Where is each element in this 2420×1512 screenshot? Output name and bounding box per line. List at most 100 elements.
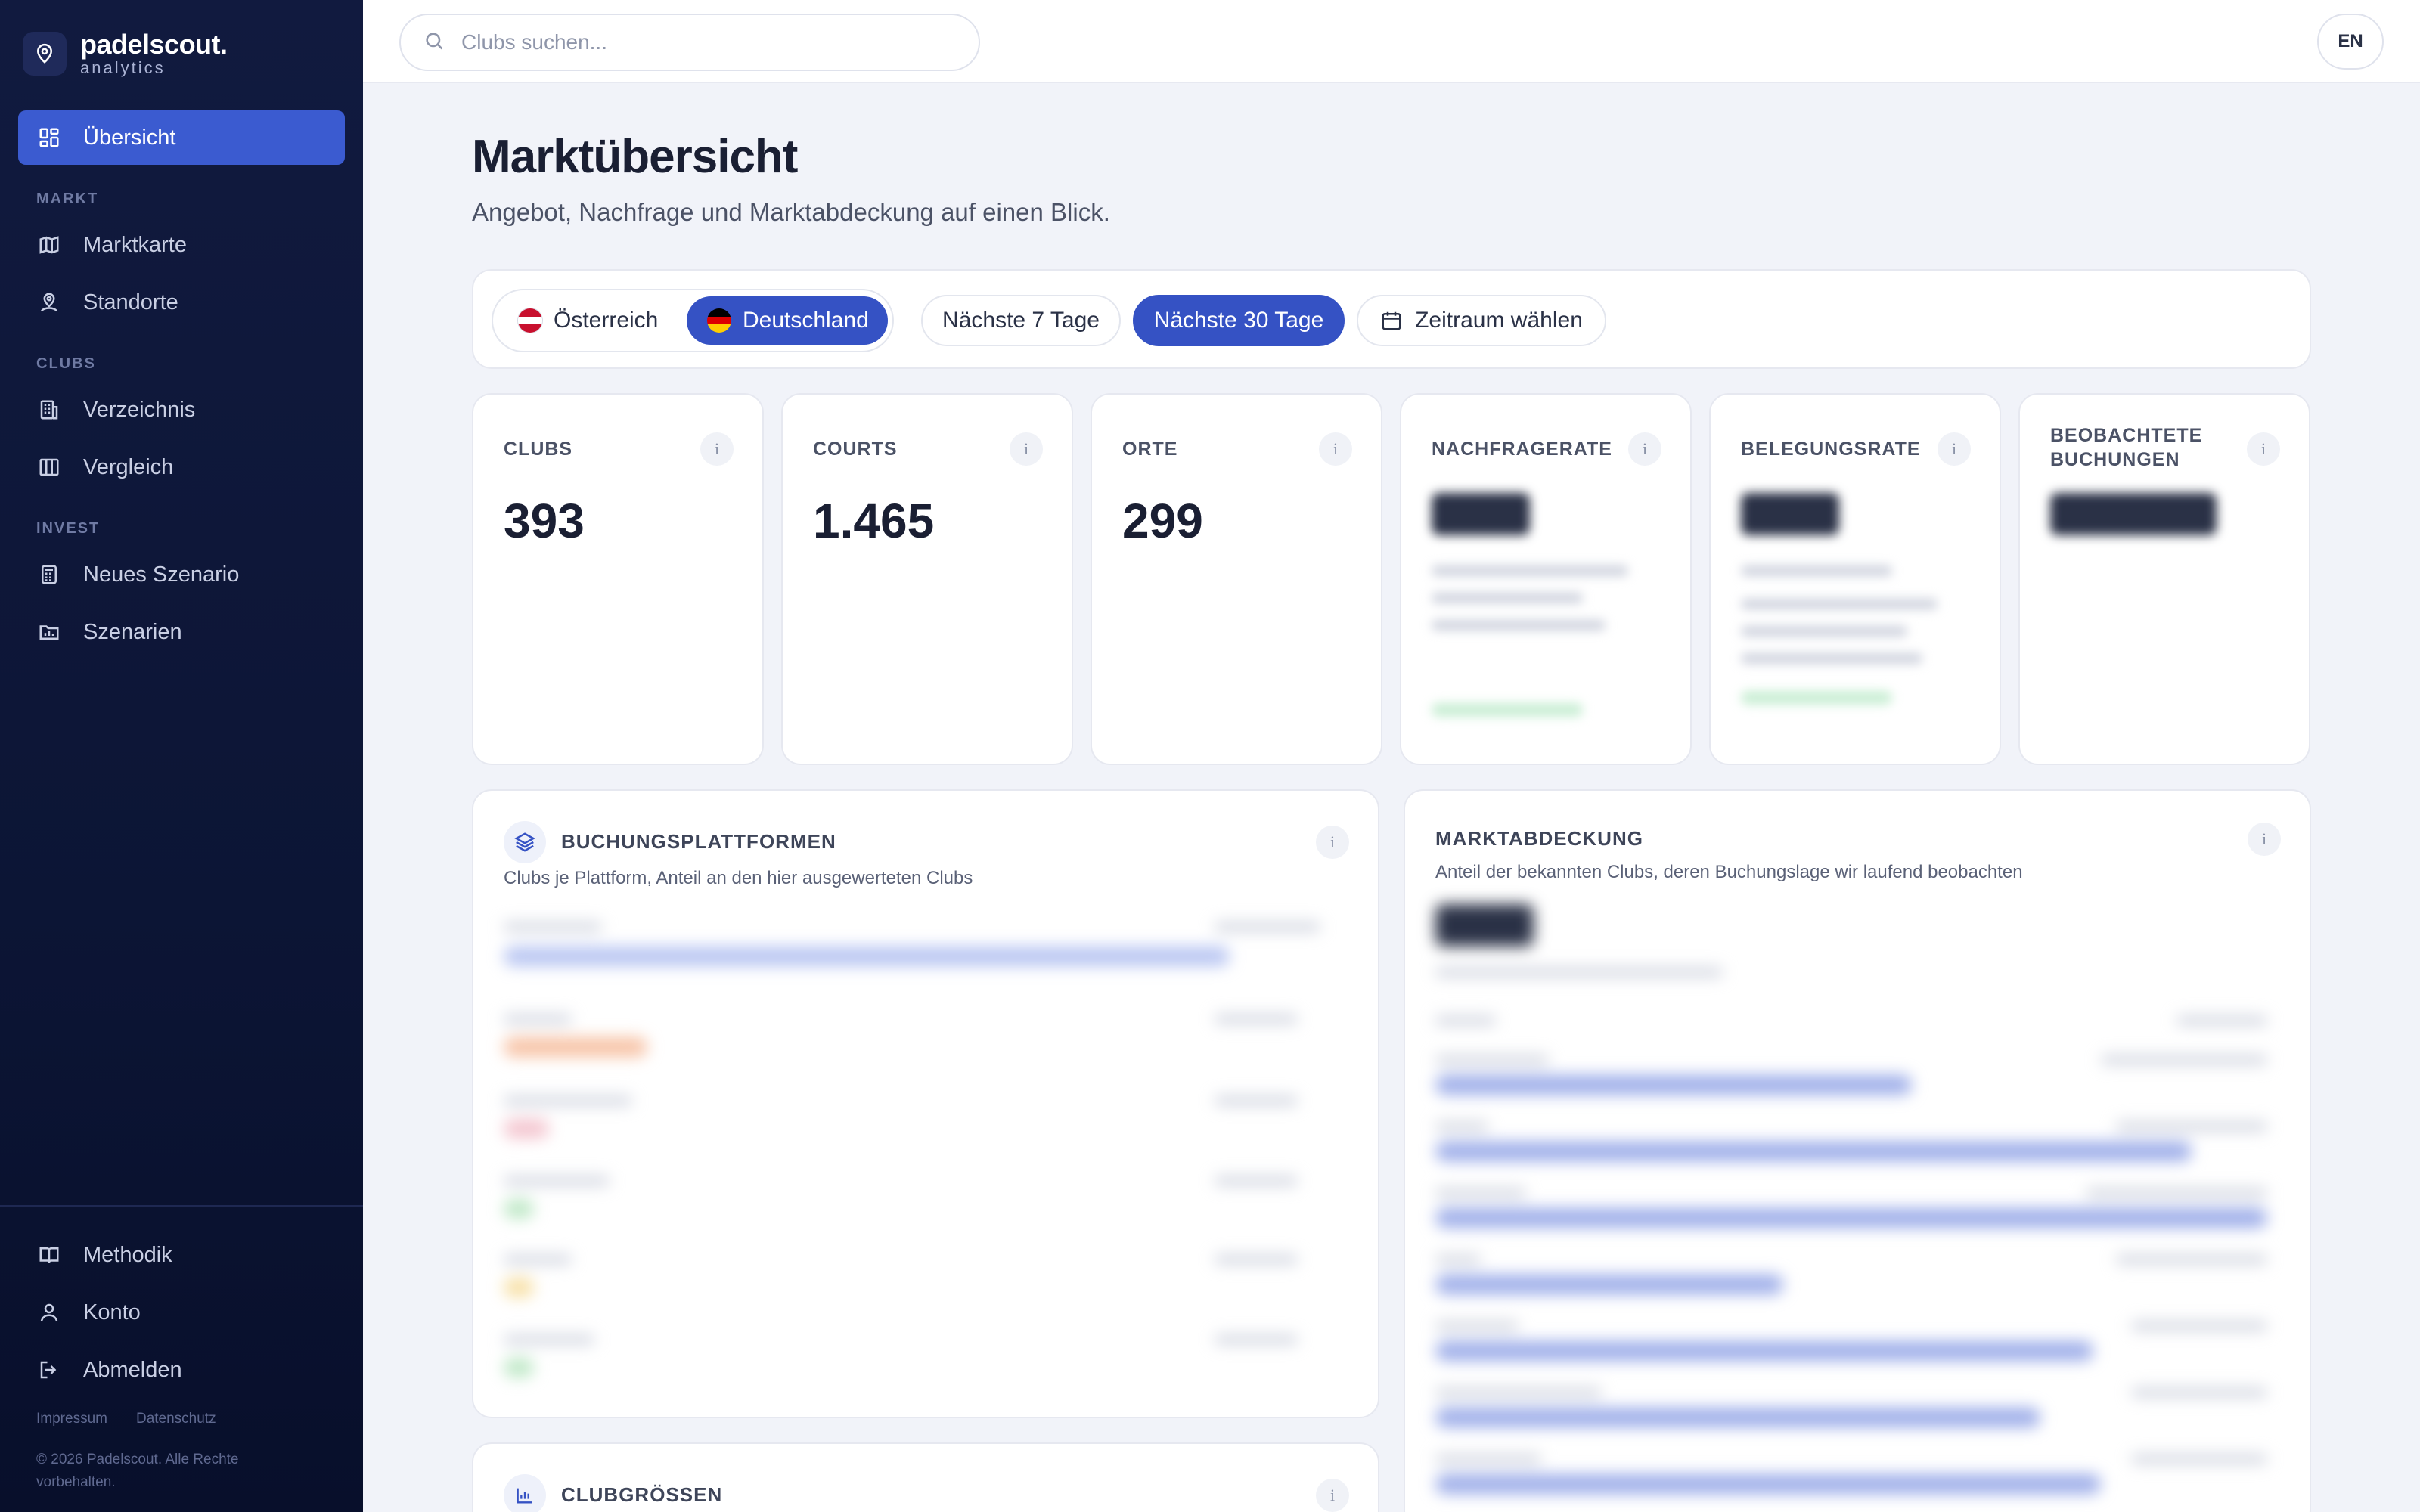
- date-range-label: Zeitraum wählen: [1415, 308, 1583, 333]
- info-icon[interactable]: i: [700, 432, 734, 466]
- country-label: Deutschland: [743, 308, 869, 333]
- sidebar-item-label: Vergleich: [83, 454, 174, 479]
- sidebar-item-szenarien[interactable]: Szenarien: [18, 608, 345, 656]
- info-icon[interactable]: i: [1316, 1479, 1349, 1512]
- sidebar-item-label: Szenarien: [83, 619, 182, 644]
- kpi-label: BELEGUNGSRATE: [1741, 438, 1921, 460]
- info-icon[interactable]: i: [1628, 432, 1661, 466]
- panel-subtitle: Anteil der bekannten Clubs, deren Buchun…: [1435, 862, 2023, 882]
- book-icon: [36, 1242, 62, 1268]
- sidebar-item-label: Marktkarte: [83, 232, 187, 257]
- date-range-button[interactable]: Zeitraum wählen: [1357, 295, 1606, 346]
- topbar: EN: [363, 0, 2420, 83]
- bar-chart-icon: [504, 1474, 546, 1512]
- kpi-value: 299: [1122, 494, 1203, 548]
- panel-subtitle: Clubs je Plattform, Anteil an den hier a…: [504, 868, 973, 888]
- austria-flag-icon: [517, 308, 543, 333]
- sidebar-item-methodik[interactable]: Methodik: [18, 1231, 345, 1279]
- kpi-card-courts: COURTS i 1.465: [781, 393, 1073, 765]
- page-title: Marktübersicht: [472, 131, 798, 183]
- info-icon[interactable]: i: [2247, 432, 2280, 466]
- kpi-label: COURTS: [813, 438, 898, 460]
- datenschutz-link[interactable]: Datenschutz: [136, 1411, 216, 1427]
- sidebar-item-neues-szenario[interactable]: Neues Szenario: [18, 550, 345, 599]
- blurred-kpi-content: [1741, 493, 1938, 705]
- blurred-kpi-content: [2050, 493, 2217, 535]
- period-7-days-button[interactable]: Nächste 7 Tage: [921, 295, 1121, 346]
- footer-links: Impressum Datenschutz: [36, 1411, 245, 1427]
- country-austria-button[interactable]: Österreich: [502, 296, 673, 345]
- sidebar-item-label: Standorte: [83, 290, 178, 314]
- kpi-label: CLUBS: [504, 438, 573, 460]
- layers-icon: [504, 821, 546, 863]
- kpi-label: BEOBACHTETE BUCHUNGEN: [2050, 425, 2203, 470]
- panel-title: BUCHUNGSPLATTFORMEN: [561, 830, 836, 853]
- section-label-invest: INVEST: [36, 520, 101, 537]
- sidebar-item-marktkarte[interactable]: Marktkarte: [18, 221, 345, 269]
- folder-chart-icon: [36, 619, 62, 645]
- impressum-link[interactable]: Impressum: [36, 1411, 107, 1427]
- calendar-icon: [1380, 309, 1403, 332]
- brand-subtitle: analytics: [80, 58, 166, 77]
- kpi-card-nachfragerate: NACHFRAGERATE i: [1400, 393, 1692, 765]
- kpi-card-belegungsrate: BELEGUNGSRATE i: [1709, 393, 2001, 765]
- kpi-label: ORTE: [1122, 438, 1178, 460]
- search-icon: [424, 30, 445, 55]
- sidebar-item-label: Übersicht: [83, 125, 176, 150]
- user-icon: [36, 1300, 62, 1325]
- map-icon: [36, 232, 62, 258]
- brand[interactable]: padelscout. analytics: [23, 30, 228, 77]
- sidebar-item-konto[interactable]: Konto: [18, 1288, 345, 1337]
- page-subtitle: Angebot, Nachfrage und Marktabdeckung au…: [472, 198, 1110, 226]
- kpi-value: 1.465: [813, 494, 935, 548]
- coverage-panel: MARKTABDECKUNG i Anteil der bekannten Cl…: [1404, 789, 2311, 1512]
- blurred-kpi-content: [1432, 493, 1628, 717]
- logout-icon: [36, 1357, 62, 1383]
- columns-icon: [36, 454, 62, 480]
- building-icon: [36, 397, 62, 423]
- search-box[interactable]: [399, 14, 980, 71]
- kpi-label: NACHFRAGERATE: [1432, 438, 1612, 460]
- filter-bar: Österreich Deutschland Nächste 7 Tage Nä…: [472, 269, 2311, 369]
- kpi-card-beobachtete-buchungen: BEOBACHTETE BUCHUNGEN i: [2018, 393, 2310, 765]
- info-icon[interactable]: i: [1938, 432, 1971, 466]
- language-toggle[interactable]: EN: [2317, 14, 2384, 70]
- dashboard-grid-icon: [36, 125, 62, 150]
- info-icon[interactable]: i: [1316, 826, 1349, 859]
- sidebar-item-standorte[interactable]: Standorte: [18, 278, 345, 327]
- brand-name: padelscout.: [80, 29, 228, 60]
- sidebar-item-label: Methodik: [83, 1242, 172, 1267]
- location-person-icon: [36, 290, 62, 315]
- info-icon[interactable]: i: [2248, 823, 2281, 856]
- sidebar-item-uebersicht[interactable]: Übersicht: [18, 110, 345, 165]
- sidebar-item-abmelden[interactable]: Abmelden: [18, 1346, 345, 1394]
- section-label-clubs: CLUBS: [36, 355, 96, 372]
- sidebar-item-label: Neues Szenario: [83, 562, 240, 587]
- country-label: Österreich: [554, 308, 659, 333]
- sidebar-item-label: Konto: [83, 1300, 141, 1325]
- location-pin-icon: [23, 32, 67, 76]
- search-input[interactable]: [461, 30, 945, 54]
- blurred-platform-bars: [504, 919, 1351, 1403]
- sidebar-item-label: Abmelden: [83, 1357, 182, 1382]
- period-30-days-button[interactable]: Nächste 30 Tage: [1133, 295, 1345, 346]
- calculator-icon: [36, 562, 62, 587]
- club-sizes-panel: CLUBGRÖSSEN i: [472, 1442, 1379, 1512]
- info-icon[interactable]: i: [1010, 432, 1043, 466]
- kpi-card-orte: ORTE i 299: [1091, 393, 1382, 765]
- blurred-coverage-chart: [1435, 904, 2282, 1509]
- sidebar-item-vergleich[interactable]: Vergleich: [18, 443, 345, 491]
- info-icon[interactable]: i: [1319, 432, 1352, 466]
- sidebar-divider: [0, 1205, 363, 1207]
- kpi-value: 393: [504, 494, 585, 548]
- section-label-markt: MARKT: [36, 191, 99, 207]
- panel-title: MARKTABDECKUNG: [1435, 827, 1643, 850]
- panel-title: CLUBGRÖSSEN: [561, 1483, 723, 1506]
- platforms-panel: BUCHUNGSPLATTFORMEN i Clubs je Plattform…: [472, 789, 1379, 1418]
- sidebar-item-verzeichnis[interactable]: Verzeichnis: [18, 386, 345, 434]
- kpi-card-clubs: CLUBS i 393: [472, 393, 764, 765]
- sidebar-item-label: Verzeichnis: [83, 397, 196, 422]
- germany-flag-icon: [706, 308, 732, 333]
- copyright: © 2026 Padelscout. Alle Rechte vorbehalt…: [36, 1452, 239, 1490]
- country-germany-button[interactable]: Deutschland: [687, 296, 888, 345]
